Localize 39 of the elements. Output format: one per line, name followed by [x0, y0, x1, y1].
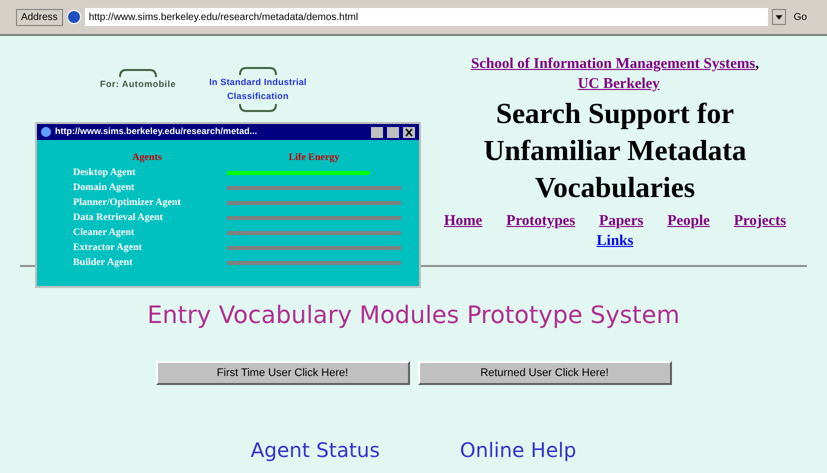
agent-name: Data Retrieval Agent — [72, 211, 164, 225]
separator-text: , — [755, 56, 759, 72]
diagram-label: In Standard Industrial Classification — [208, 76, 308, 102]
nav-link[interactable]: Projects — [734, 211, 786, 231]
user-button[interactable]: Returned User Click Here! — [418, 361, 672, 385]
popup-title: http://www.sims.berkeley.edu/research/metad... — [55, 125, 258, 138]
section-heading: Entry Vocabulary Modules Prototype System — [147, 300, 680, 331]
bracket-icon — [238, 66, 278, 76]
nav-link[interactable]: Links — [596, 231, 634, 251]
agent-name: Builder Agent — [72, 256, 134, 270]
minimize-icon[interactable] — [371, 126, 383, 138]
user-button[interactable]: First Time User Click Here! — [156, 361, 410, 385]
go-button[interactable]: Go — [790, 10, 811, 24]
nav-link[interactable]: Home — [444, 211, 482, 231]
help-link[interactable]: Online Help — [460, 435, 576, 465]
nav-link[interactable]: People — [667, 211, 710, 231]
dropdown-icon[interactable] — [772, 9, 786, 25]
nav-link[interactable]: Papers — [599, 211, 644, 231]
maximize-icon[interactable] — [387, 126, 399, 138]
address-label: Address — [16, 8, 63, 26]
agent-name: Extractor Agent — [72, 241, 143, 255]
column-header: Life Energy — [288, 151, 340, 165]
diagram-label: For: Automobile — [100, 78, 176, 91]
agent-name: Cleaner Agent — [72, 226, 136, 240]
url-field[interactable]: http://www.sims.berkeley.edu/research/metadata/demos.html — [84, 8, 768, 26]
page-icon — [66, 10, 81, 24]
page-title: Search Support for Unfamiliar Metadata Vocabularies — [482, 97, 748, 206]
nav-link[interactable]: Prototypes — [506, 211, 576, 231]
agent-name: Planner/Optimizer Agent — [72, 196, 182, 210]
close-icon[interactable] — [403, 126, 415, 138]
help-link[interactable]: Agent Status — [250, 435, 380, 465]
org-link[interactable]: School of Information Management Systems — [471, 56, 756, 72]
org-link[interactable]: UC Berkeley — [578, 76, 660, 92]
bracket-icon — [118, 68, 158, 78]
agent-name: Desktop Agent — [72, 166, 137, 180]
column-header: Agents — [131, 151, 163, 165]
agent-name: Domain Agent — [72, 181, 136, 195]
bracket-icon — [238, 103, 278, 113]
page-icon — [41, 127, 51, 137]
